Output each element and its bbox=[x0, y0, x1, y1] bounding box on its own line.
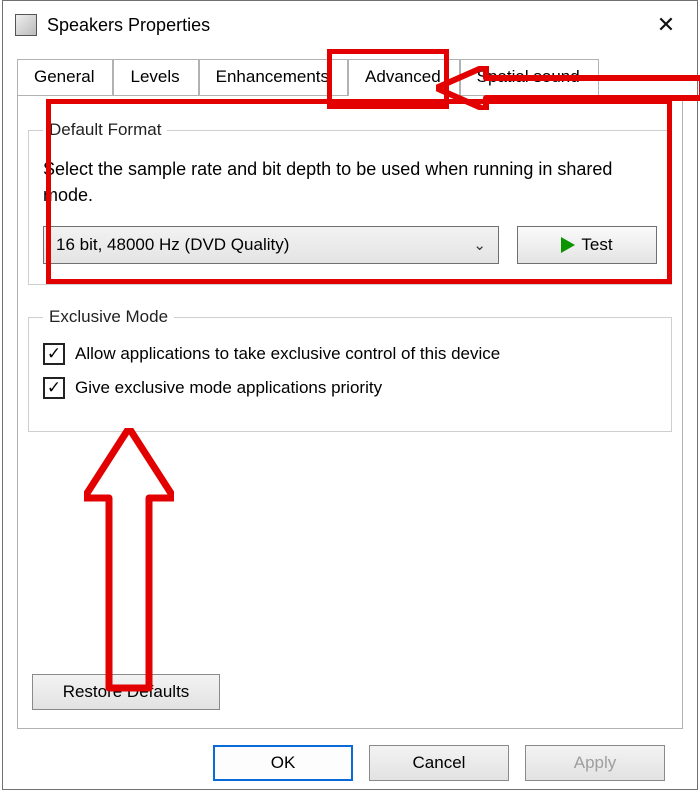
chevron-down-icon: ⌄ bbox=[473, 236, 486, 254]
cancel-button[interactable]: Cancel bbox=[369, 745, 509, 781]
client-area: General Levels Enhancements Advanced Spa… bbox=[3, 45, 697, 805]
test-button[interactable]: Test bbox=[517, 226, 657, 264]
tab-general[interactable]: General bbox=[17, 59, 113, 95]
close-button[interactable]: ✕ bbox=[641, 5, 691, 45]
tab-panel-advanced: Default Format Select the sample rate an… bbox=[17, 96, 683, 729]
apply-button: Apply bbox=[525, 745, 665, 781]
window-title: Speakers Properties bbox=[47, 15, 641, 36]
checkbox-label: Allow applications to take exclusive con… bbox=[75, 344, 500, 364]
dropdown-selected-value: 16 bit, 48000 Hz (DVD Quality) bbox=[56, 235, 289, 255]
tab-spatial-sound[interactable]: Spatial sound bbox=[460, 59, 599, 95]
dialog-window: Speakers Properties ✕ General Levels Enh… bbox=[2, 0, 698, 790]
group-exclusive-mode: Exclusive Mode ✓ Allow applications to t… bbox=[28, 307, 672, 432]
checkbox-row-exclusive-priority[interactable]: ✓ Give exclusive mode applications prior… bbox=[43, 377, 657, 399]
tab-levels[interactable]: Levels bbox=[113, 59, 198, 95]
tab-advanced[interactable]: Advanced bbox=[348, 59, 460, 95]
titlebar: Speakers Properties ✕ bbox=[3, 1, 697, 45]
tab-enhancements[interactable]: Enhancements bbox=[199, 59, 348, 95]
sample-rate-dropdown[interactable]: 16 bit, 48000 Hz (DVD Quality) ⌄ bbox=[43, 226, 499, 264]
close-icon: ✕ bbox=[657, 12, 675, 38]
restore-defaults-button[interactable]: Restore Defaults bbox=[32, 674, 220, 710]
speaker-icon bbox=[15, 14, 37, 36]
checkbox-icon: ✓ bbox=[43, 343, 65, 365]
checkbox-row-exclusive-control[interactable]: ✓ Allow applications to take exclusive c… bbox=[43, 343, 657, 365]
test-button-label: Test bbox=[581, 235, 612, 255]
tab-strip: General Levels Enhancements Advanced Spa… bbox=[17, 59, 683, 96]
checkbox-icon: ✓ bbox=[43, 377, 65, 399]
group-default-format: Default Format Select the sample rate an… bbox=[28, 120, 672, 285]
legend-default-format: Default Format bbox=[43, 120, 167, 140]
ok-button[interactable]: OK bbox=[213, 745, 353, 781]
dialog-footer: OK Cancel Apply bbox=[17, 729, 683, 795]
checkbox-label: Give exclusive mode applications priorit… bbox=[75, 378, 382, 398]
legend-exclusive-mode: Exclusive Mode bbox=[43, 307, 174, 327]
default-format-description: Select the sample rate and bit depth to … bbox=[43, 156, 657, 208]
play-icon bbox=[561, 237, 575, 253]
